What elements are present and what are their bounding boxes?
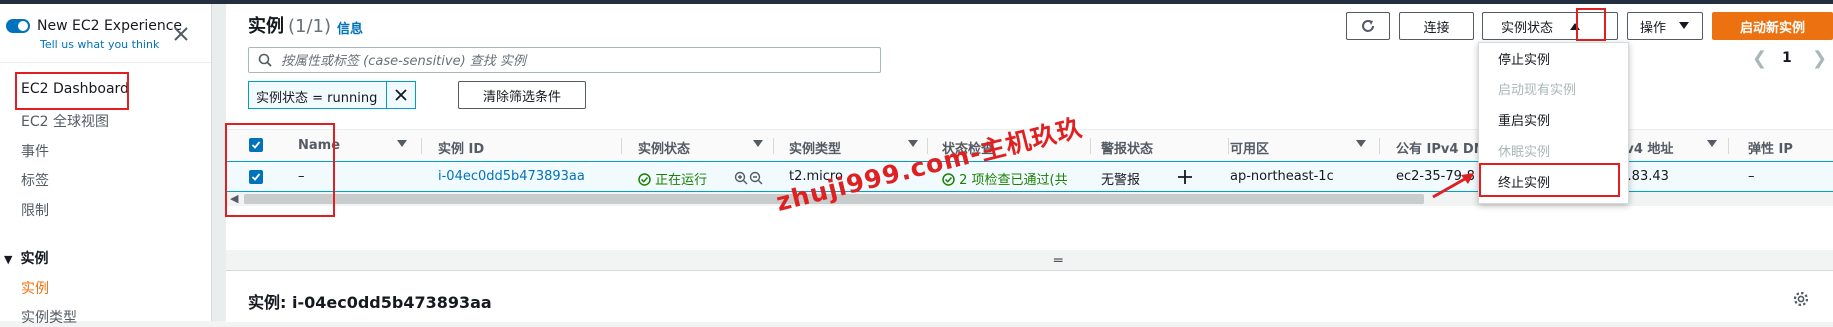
status-check-text: 2 项检查已通过(共 xyxy=(959,173,1068,188)
search-box xyxy=(248,47,881,73)
feedback-link[interactable]: Tell us what you think xyxy=(40,38,159,51)
sidebar-item-global-view[interactable]: EC2 全球视图 xyxy=(21,111,109,131)
sort-icon[interactable] xyxy=(908,140,918,147)
sidebar-divider xyxy=(0,62,211,63)
instance-details-panel: 实例: i-04ec0dd5b473893aa xyxy=(226,270,1833,322)
caret-down-icon: ▼ xyxy=(4,253,13,266)
column-header-zone[interactable]: 可用区 xyxy=(1230,138,1269,157)
sidebar-group-instances[interactable]: ▼ 实例 xyxy=(4,248,48,268)
column-divider[interactable] xyxy=(773,138,774,154)
add-alarm-icon[interactable] xyxy=(1176,168,1194,190)
instance-state-label: 实例状态 xyxy=(1501,20,1554,36)
sidebar-item-tags[interactable]: 标签 xyxy=(21,170,49,190)
actions-button[interactable]: 操作 xyxy=(1627,12,1703,40)
sidebar: New EC2 Experience Tell us what you thin… xyxy=(0,4,212,326)
close-icon xyxy=(395,89,407,101)
column-header-instance-id[interactable]: 实例 ID xyxy=(438,138,484,157)
page-title-text: 实例 xyxy=(248,16,284,37)
column-header-alarm[interactable]: 警报状态 xyxy=(1101,138,1153,157)
column-header-type[interactable]: 实例类型 xyxy=(789,138,841,157)
alarm-status: 无警报 xyxy=(1101,173,1141,188)
page-number[interactable]: 1 xyxy=(1782,50,1792,66)
actions-label: 操作 xyxy=(1639,20,1666,36)
highlight-box-state-caret xyxy=(1576,8,1606,41)
remove-filter-button[interactable] xyxy=(386,82,415,108)
filter-token-label: 实例状态 = running xyxy=(256,91,378,106)
zoom-in-icon[interactable] xyxy=(734,170,748,189)
column-divider[interactable] xyxy=(1090,138,1091,154)
gear-icon[interactable] xyxy=(1793,291,1809,307)
column-header-elastic-ip[interactable]: 弹性 IP xyxy=(1748,138,1793,157)
caret-down-icon xyxy=(1679,22,1689,29)
sort-icon[interactable] xyxy=(397,140,407,147)
sidebar-item-instance-types[interactable]: 实例类型 xyxy=(21,307,77,327)
column-divider[interactable] xyxy=(1379,138,1380,154)
refresh-icon xyxy=(1362,20,1374,32)
launch-instance-button[interactable]: 启动新实例 xyxy=(1712,12,1833,40)
column-divider[interactable] xyxy=(1728,138,1729,154)
sidebar-item-instances[interactable]: 实例 xyxy=(21,278,49,298)
sidebar-item-events[interactable]: 事件 xyxy=(21,141,49,161)
sidebar-group-label: 实例 xyxy=(20,251,49,267)
refresh-button[interactable] xyxy=(1346,12,1390,40)
column-divider[interactable] xyxy=(621,138,622,154)
sidebar-item-limits[interactable]: 限制 xyxy=(21,200,49,220)
new-experience-title: New EC2 Experience xyxy=(37,18,183,34)
instance-id-link[interactable]: i-04ec0dd5b473893aa xyxy=(438,169,585,184)
check-circle-icon xyxy=(638,173,651,186)
sort-icon[interactable] xyxy=(753,140,763,147)
details-title: 实例: i-04ec0dd5b473893aa xyxy=(248,293,492,312)
sort-icon[interactable] xyxy=(1356,140,1366,147)
filter-token: 实例状态 = running xyxy=(248,81,416,109)
instance-state-text: 正在运行 xyxy=(655,173,708,188)
panel-splitter[interactable]: ═ xyxy=(226,250,1833,270)
elastic-ip: – xyxy=(1748,169,1755,184)
page-title: 实例 (1/1) xyxy=(248,12,331,38)
close-icon[interactable] xyxy=(170,23,192,45)
info-link[interactable]: 信息 xyxy=(337,18,363,37)
menu-item-stop-instance[interactable]: 停止实例 xyxy=(1498,49,1550,68)
column-header-state[interactable]: 实例状态 xyxy=(638,138,690,157)
drag-handle-icon[interactable]: ═ xyxy=(1054,253,1062,269)
availability-zone: ap-northeast-1c xyxy=(1230,169,1334,184)
highlight-box-terminate xyxy=(1479,163,1620,197)
zoom-out-icon[interactable] xyxy=(749,170,763,189)
clear-filters-button[interactable]: 清除筛选条件 xyxy=(458,81,586,109)
connect-button[interactable]: 连接 xyxy=(1399,12,1474,40)
highlight-box-dashboard xyxy=(15,72,129,110)
annotation-arrow-icon xyxy=(1432,173,1474,199)
search-input[interactable] xyxy=(279,50,873,72)
instance-count: (1/1) xyxy=(288,16,332,37)
highlight-box-checkboxes xyxy=(225,123,335,217)
new-experience-toggle[interactable] xyxy=(6,19,30,33)
search-icon xyxy=(258,53,272,67)
menu-item-hibernate-instance: 休眠实例 xyxy=(1498,145,1551,160)
column-divider[interactable] xyxy=(1228,138,1229,154)
next-page-icon[interactable]: ❯ xyxy=(1812,48,1827,69)
column-divider[interactable] xyxy=(421,138,422,154)
instance-state: 正在运行 xyxy=(638,169,707,188)
column-header-public-dns[interactable]: 公有 IPv4 DN xyxy=(1396,138,1485,157)
menu-item-reboot-instance[interactable]: 重启实例 xyxy=(1498,110,1550,129)
sort-icon[interactable] xyxy=(1707,140,1717,147)
menu-item-start-instance: 启动现有实例 xyxy=(1498,83,1577,98)
previous-page-icon[interactable]: ❮ xyxy=(1752,48,1767,69)
